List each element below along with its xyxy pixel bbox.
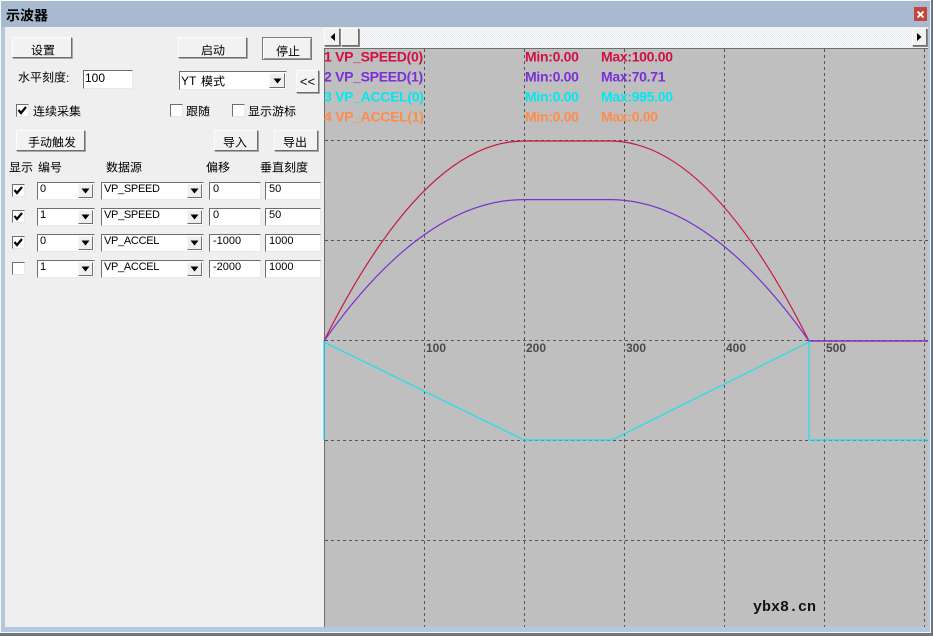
svg-text:Max:995.00: Max:995.00 <box>601 89 673 105</box>
svg-text:500: 500 <box>826 341 846 355</box>
svg-text:Max:0.00: Max:0.00 <box>601 109 658 125</box>
svg-text:ybx8.cn: ybx8.cn <box>753 599 816 616</box>
svg-text:4 VP_ACCEL(1): 4 VP_ACCEL(1) <box>324 109 424 125</box>
svg-text:Max:100.00: Max:100.00 <box>601 49 673 65</box>
svg-text:Max:70.71: Max:70.71 <box>601 69 666 85</box>
svg-text:400: 400 <box>726 341 746 355</box>
svg-text:Min:0.00: Min:0.00 <box>525 49 579 65</box>
svg-text:Min:0.00: Min:0.00 <box>525 109 579 125</box>
svg-text:2 VP_SPEED(1): 2 VP_SPEED(1) <box>324 69 423 85</box>
svg-text:Min:0.00: Min:0.00 <box>525 69 579 85</box>
svg-text:3 VP_ACCEL(0): 3 VP_ACCEL(0) <box>324 89 424 105</box>
svg-text:1 VP_SPEED(0): 1 VP_SPEED(0) <box>324 49 423 65</box>
svg-text:100: 100 <box>426 341 446 355</box>
svg-text:Min:0.00: Min:0.00 <box>525 89 579 105</box>
svg-text:200: 200 <box>526 341 546 355</box>
svg-text:300: 300 <box>626 341 646 355</box>
